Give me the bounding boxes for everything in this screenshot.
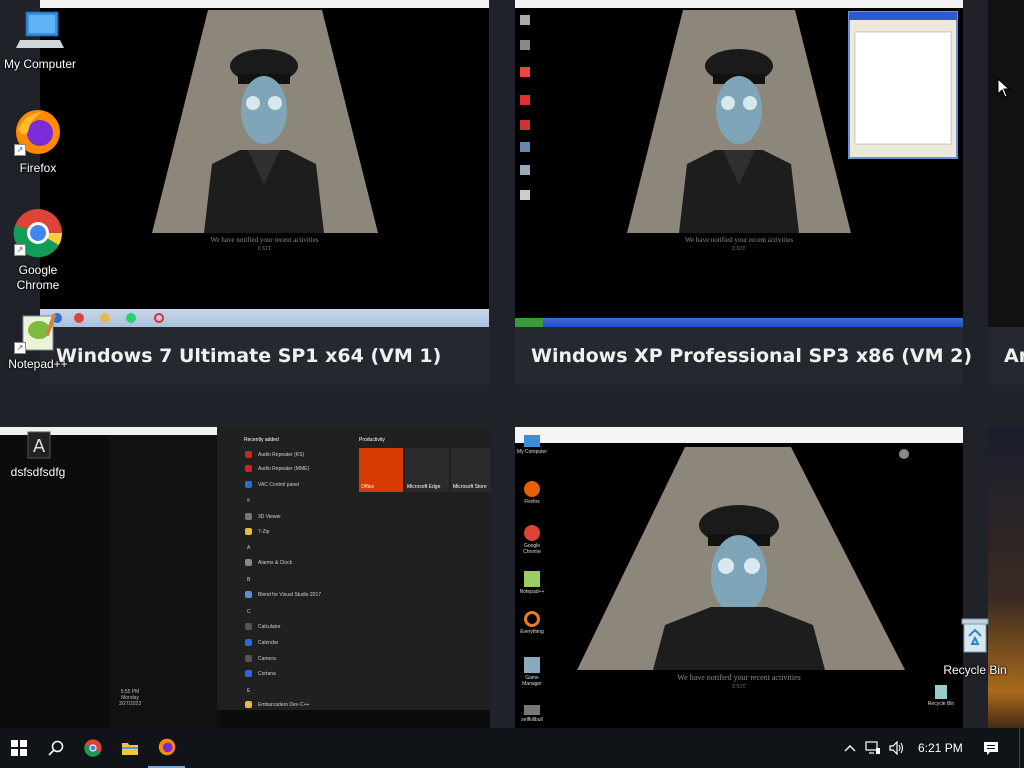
tile-edge[interactable]: Microsoft Edge xyxy=(405,448,449,492)
desktop-icon-notepadpp[interactable]: ↗ Notepad++ xyxy=(0,312,78,372)
vm-2-caption: We have notified your recent activities xyxy=(684,236,794,244)
vm-tile-2[interactable]: We have notified your recent activities … xyxy=(515,0,972,385)
vm-1-taskbar xyxy=(40,309,489,327)
vm-1-caption: We have notified your recent activities xyxy=(210,236,319,244)
start-item[interactable]: 3D Viewer xyxy=(258,514,281,520)
taskbar-file-explorer[interactable] xyxy=(111,728,148,768)
vm-1-exit-label: EXIT xyxy=(257,246,272,252)
vm-5-thumbnail[interactable]: We have notified your recent activities … xyxy=(515,427,963,738)
vm-4-clock: 5:55 PM Monday 3/27/2023 xyxy=(118,689,142,707)
svg-text:A: A xyxy=(33,436,46,457)
start-item[interactable]: 7-Zip xyxy=(258,529,269,535)
windows-logo-icon xyxy=(10,740,27,756)
vm-1-title: Windows 7 Ultimate SP1 x64 (VM 1) xyxy=(56,345,442,367)
shortcut-arrow-icon: ↗ xyxy=(14,144,26,156)
start-item[interactable]: Camera xyxy=(258,656,276,662)
start-item[interactable]: Audio Repeater (MME) xyxy=(258,466,309,472)
start-item[interactable]: Calendar xyxy=(258,640,278,646)
show-desktop-button[interactable] xyxy=(1019,728,1024,768)
desktop-icon-firefox[interactable]: ↗ Firefox xyxy=(0,108,78,176)
vm-2-start-button xyxy=(515,318,543,327)
vm-2-ransom-image xyxy=(520,10,958,233)
start-item[interactable]: Calculator xyxy=(258,624,281,630)
show-hidden-icons-button[interactable] xyxy=(841,728,859,768)
firefox-icon xyxy=(158,738,175,756)
start-item[interactable]: Blend for Visual Studio 2017 xyxy=(258,592,321,598)
chevron-up-icon xyxy=(844,745,856,752)
vm-tile-1[interactable]: We have notified your recent activities … xyxy=(40,0,490,385)
start-item[interactable]: Alarms & Clock xyxy=(258,560,292,566)
vm-2-exit-label: EXIT xyxy=(732,246,746,252)
vm-1-thumbnail[interactable]: We have notified your recent activities … xyxy=(40,0,489,327)
shortcut-arrow-icon: ↗ xyxy=(14,244,26,256)
start-item[interactable]: Embarcadero Dev-C++ xyxy=(258,702,309,708)
search-button[interactable] xyxy=(37,728,74,768)
shortcut-arrow-icon: ↗ xyxy=(14,342,26,354)
vm-tile-5[interactable]: We have notified your recent activities … xyxy=(515,427,963,738)
vm-1-ransom-image xyxy=(152,10,378,233)
network-icon xyxy=(865,741,880,754)
recycle-bin-icon xyxy=(961,618,989,653)
vm-tile-3[interactable]: Ar xyxy=(988,0,1024,385)
mouse-cursor-icon xyxy=(997,78,1011,98)
vm-5-desktop-icons: My Computer Firefox Google Chrome Notepa… xyxy=(515,435,549,735)
taskbar-clock[interactable]: 6:21 PM xyxy=(918,728,963,768)
start-button[interactable] xyxy=(0,728,37,768)
desktop-icon-my-computer[interactable]: My Computer xyxy=(0,8,80,72)
vm-5-exit-label: EXIT xyxy=(732,684,746,690)
volume-button[interactable] xyxy=(886,728,908,768)
vm-tile-6[interactable] xyxy=(988,427,1024,738)
taskbar-chrome[interactable] xyxy=(74,728,111,768)
computer-icon xyxy=(16,11,64,48)
start-item[interactable]: VAC Control panel xyxy=(258,482,299,488)
folder-icon xyxy=(121,743,138,755)
file-icon: A xyxy=(27,431,51,459)
search-icon xyxy=(47,740,63,756)
vm-2-title: Windows XP Professional SP3 x86 (VM 2) xyxy=(531,345,973,367)
action-center-button[interactable] xyxy=(978,728,1004,768)
vm-2-taskbar xyxy=(515,318,963,327)
vm-2-thumbnail[interactable]: We have notified your recent activities … xyxy=(515,0,963,327)
start-item[interactable]: Audio Repeater (KS) xyxy=(258,452,304,458)
desktop-icon-chrome[interactable]: ↗ Google Chrome xyxy=(0,208,78,293)
desktop-icon-recycle-bin[interactable]: Recycle Bin xyxy=(935,614,1015,678)
start-item[interactable]: Cortana xyxy=(258,671,276,677)
speaker-icon xyxy=(889,741,904,755)
notification-icon xyxy=(984,741,998,755)
taskbar: 6:21 PM xyxy=(0,728,1024,768)
chrome-icon xyxy=(83,739,102,757)
vm-6-thumbnail[interactable] xyxy=(988,427,1024,738)
desktop-icon-dsfsdfsdfg[interactable]: A dsfsdfsdfg xyxy=(0,430,78,480)
vm-3-thumbnail[interactable] xyxy=(988,0,1024,327)
vm-4-start-menu: Recently added Productivity Audio Repeat… xyxy=(217,427,490,710)
taskbar-firefox[interactable] xyxy=(148,728,185,768)
vm-3-title: Ar xyxy=(1004,345,1024,367)
tile-office[interactable]: Office xyxy=(359,448,403,492)
vm-5-ransom-image xyxy=(577,447,909,670)
tile-store[interactable]: Microsoft Store xyxy=(451,448,490,492)
vm-5-caption: We have notified your recent activities xyxy=(677,673,801,682)
network-button[interactable] xyxy=(862,728,884,768)
